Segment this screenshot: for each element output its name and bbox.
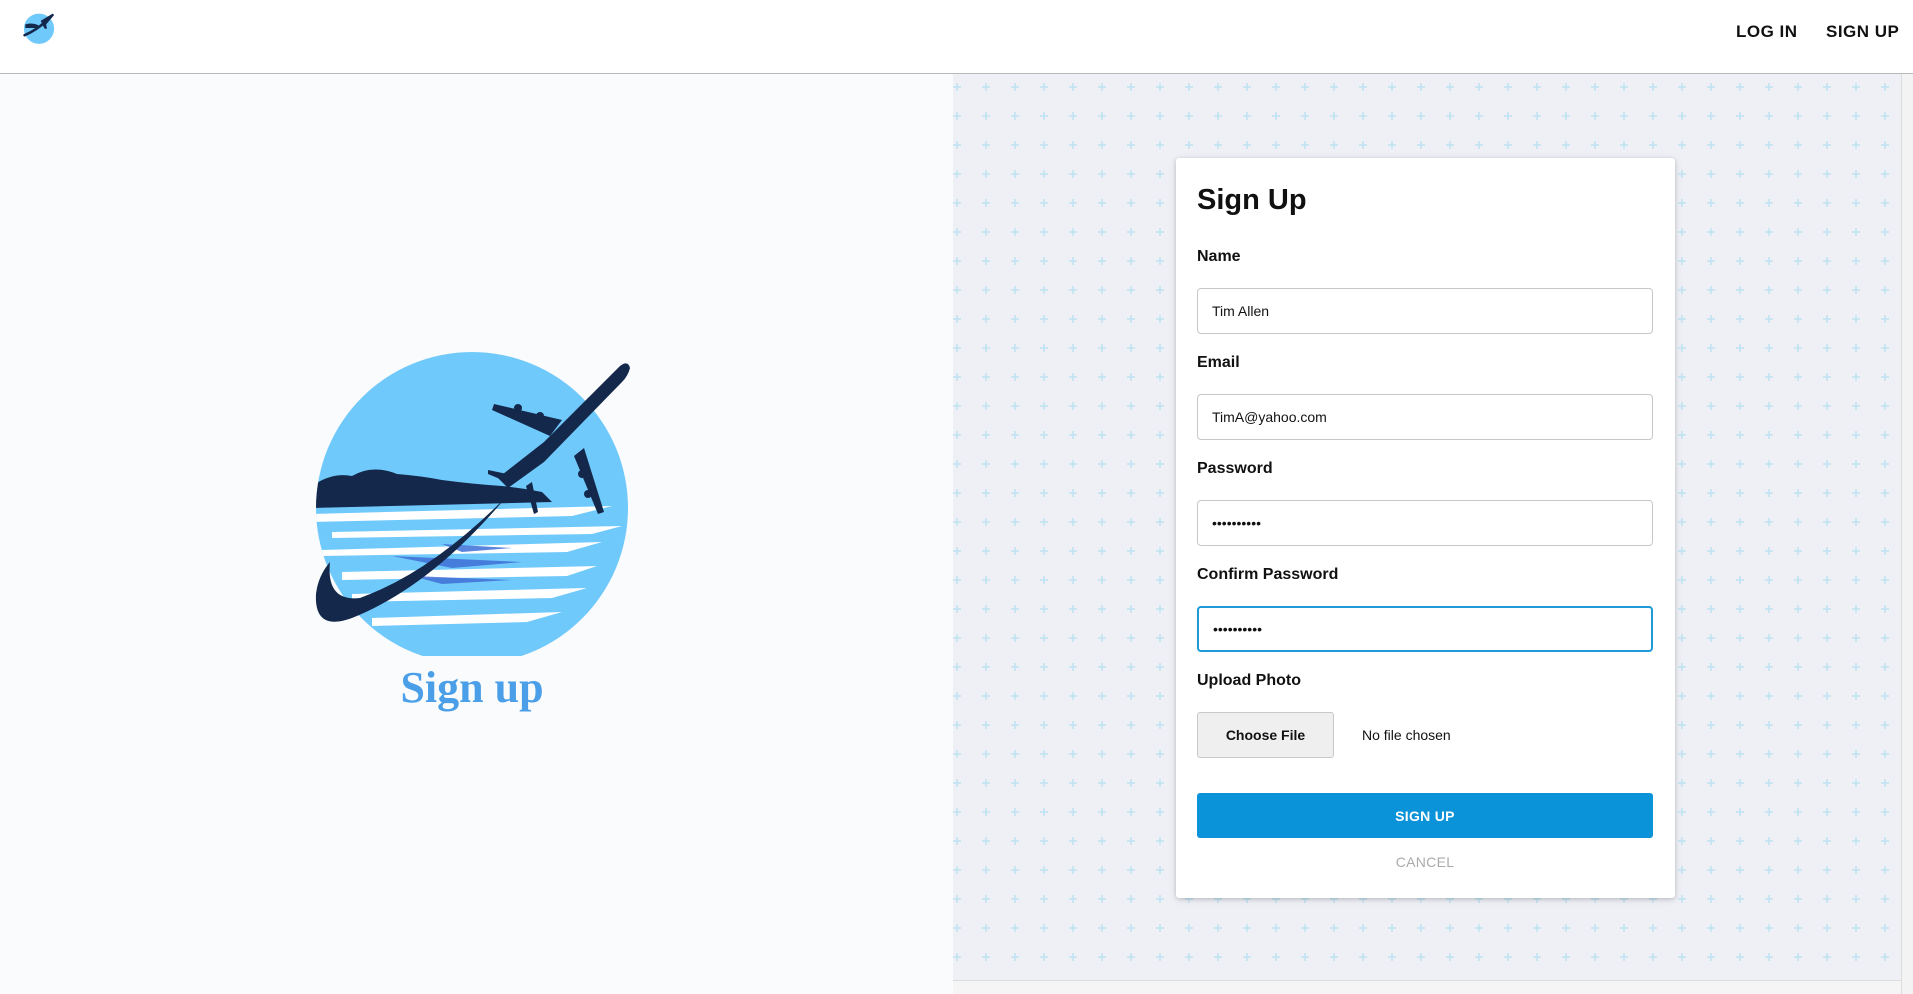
upload-photo-label: Upload Photo [1197,672,1301,689]
file-status-text: No file chosen [1362,727,1451,743]
password-label: Password [1197,460,1273,477]
choose-file-button[interactable]: Choose File [1197,712,1334,758]
horizontal-scrollbar[interactable] [953,980,1901,994]
cancel-link[interactable]: CANCEL [1197,854,1653,870]
password-input[interactable] [1197,500,1653,546]
nav-signup-link[interactable]: SIGN UP [1826,22,1899,42]
vertical-scrollbar[interactable] [1901,74,1913,994]
name-input[interactable] [1197,288,1653,334]
form-title: Sign Up [1197,184,1307,216]
name-label: Name [1197,248,1241,265]
top-navbar: LOG IN SIGN UP [0,0,1913,74]
confirm-password-label: Confirm Password [1197,566,1339,583]
signup-card: Sign Up Name Email Password Confirm Pass… [1176,158,1675,898]
hero-title: Sign up [400,663,544,712]
confirm-password-input[interactable] [1197,606,1653,652]
email-label: Email [1197,354,1240,371]
email-input[interactable] [1197,394,1653,440]
airplane-sunset-logo [315,352,630,656]
hero-panel: Sign up [0,74,953,994]
airplane-globe-logo-icon[interactable] [21,10,57,46]
nav-login-link[interactable]: LOG IN [1736,22,1798,42]
signup-submit-button[interactable]: SIGN UP [1197,793,1653,838]
